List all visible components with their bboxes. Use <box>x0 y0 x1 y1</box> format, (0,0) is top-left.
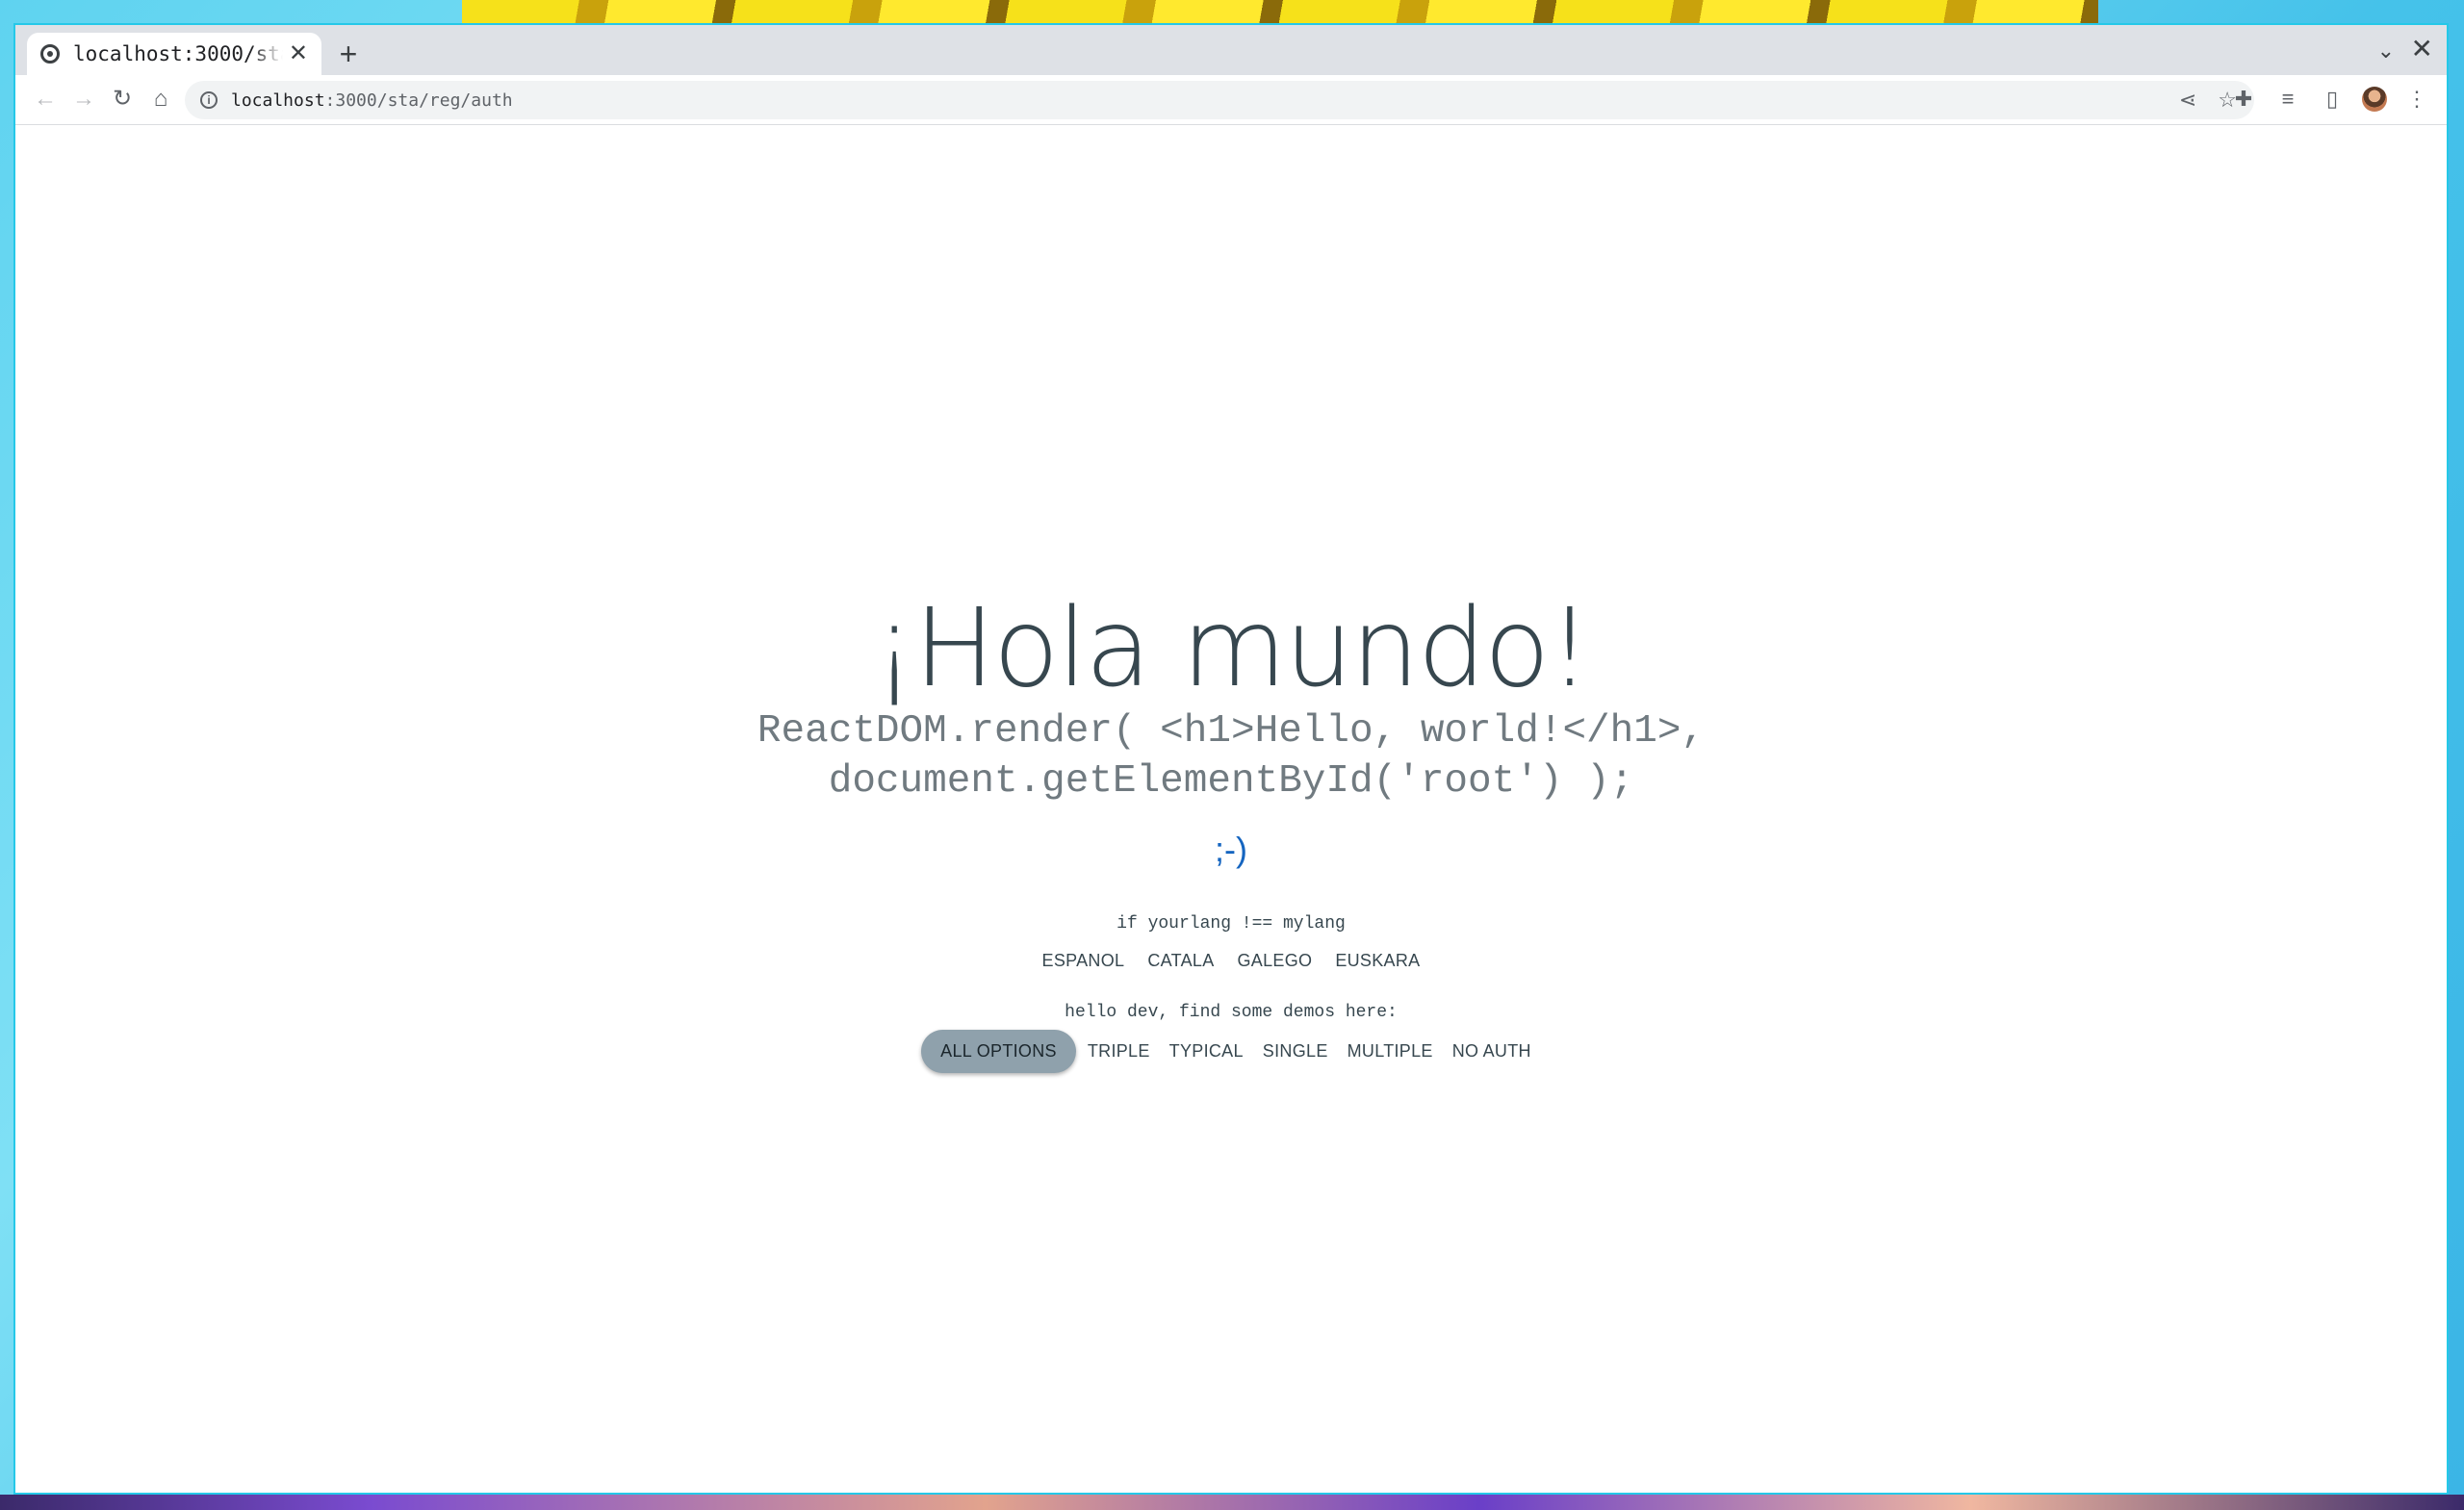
demo-button-no-auth[interactable]: NO AUTH <box>1443 1030 1541 1073</box>
extensions-puzzle-icon[interactable]: ✚ <box>2229 85 2258 114</box>
favicon-icon <box>40 44 60 64</box>
back-icon[interactable]: ← <box>31 85 60 114</box>
demo-button-single[interactable]: SINGLE <box>1253 1030 1338 1073</box>
address-bar[interactable]: i localhost:3000/sta/reg/auth ⋖ ☆ <box>185 81 2254 119</box>
page-content: ¡Hola mundo! ReactDOM.render( <h1>Hello,… <box>15 125 2447 1495</box>
tab-strip: localhost:3000/sta ✕ + ⌄ ✕ <box>15 25 2447 75</box>
page-heading: ¡Hola mundo! <box>872 586 1592 711</box>
active-tab[interactable]: localhost:3000/sta ✕ <box>27 33 321 75</box>
media-queue-icon[interactable]: ≡ <box>2273 85 2302 114</box>
url-host: localhost <box>231 90 325 111</box>
language-prompt: if yourlang !== mylang <box>1116 914 1346 934</box>
home-icon[interactable]: ⌂ <box>146 85 175 114</box>
wallpaper-bottom <box>0 1495 2464 1510</box>
info-icon[interactable]: i <box>200 91 218 109</box>
kebab-menu-icon[interactable]: ⋮ <box>2402 85 2431 114</box>
demo-button-all-options[interactable]: ALL OPTIONS <box>921 1030 1076 1073</box>
code-line-1: ReactDOM.render( <h1>Hello, world!</h1>, <box>757 709 1706 754</box>
demo-button-triple[interactable]: TRIPLE <box>1078 1030 1160 1073</box>
new-tab-button[interactable]: + <box>333 38 364 69</box>
lang-button-catala[interactable]: CATALA <box>1138 945 1223 977</box>
profile-avatar[interactable] <box>2362 87 2387 112</box>
reload-icon[interactable]: ↻ <box>108 85 137 114</box>
demo-links: ALL OPTIONS TRIPLE TYPICAL SINGLE MULTIP… <box>15 1030 2447 1073</box>
lang-button-espanol[interactable]: ESPANOL <box>1033 945 1135 977</box>
demo-button-multiple[interactable]: MULTIPLE <box>1338 1030 1443 1073</box>
language-links: ESPANOL CATALA GALEGO EUSKARA <box>15 945 2447 977</box>
code-line-2: document.getElementById('root') ); <box>828 759 1634 804</box>
demo-button-typical[interactable]: TYPICAL <box>1160 1030 1253 1073</box>
window-close-icon[interactable]: ✕ <box>2411 33 2433 64</box>
tab-title: localhost:3000/sta <box>73 42 283 65</box>
side-panel-icon[interactable]: ▯ <box>2318 85 2347 114</box>
tab-close-icon[interactable]: ✕ <box>289 42 308 65</box>
browser-toolbar: ← → ↻ ⌂ i localhost:3000/sta/reg/auth ⋖ … <box>15 75 2447 125</box>
share-icon[interactable]: ⋖ <box>2179 88 2196 113</box>
wink-emoticon: ;-) <box>1215 830 1247 869</box>
code-snippet: ReactDOM.render( <h1>Hello, world!</h1>,… <box>15 706 2447 806</box>
browser-window: localhost:3000/sta ✕ + ⌄ ✕ ← → ↻ ⌂ i loc… <box>13 23 2449 1495</box>
tab-search-chevron-icon[interactable]: ⌄ <box>2377 38 2395 64</box>
lang-button-euskara[interactable]: EUSKARA <box>1325 945 1429 977</box>
forward-icon[interactable]: → <box>69 85 98 114</box>
url-path: :3000/sta/reg/auth <box>324 90 513 111</box>
demo-prompt: hello dev, find some demos here: <box>1065 1003 1398 1022</box>
lang-button-galego[interactable]: GALEGO <box>1228 945 1322 977</box>
